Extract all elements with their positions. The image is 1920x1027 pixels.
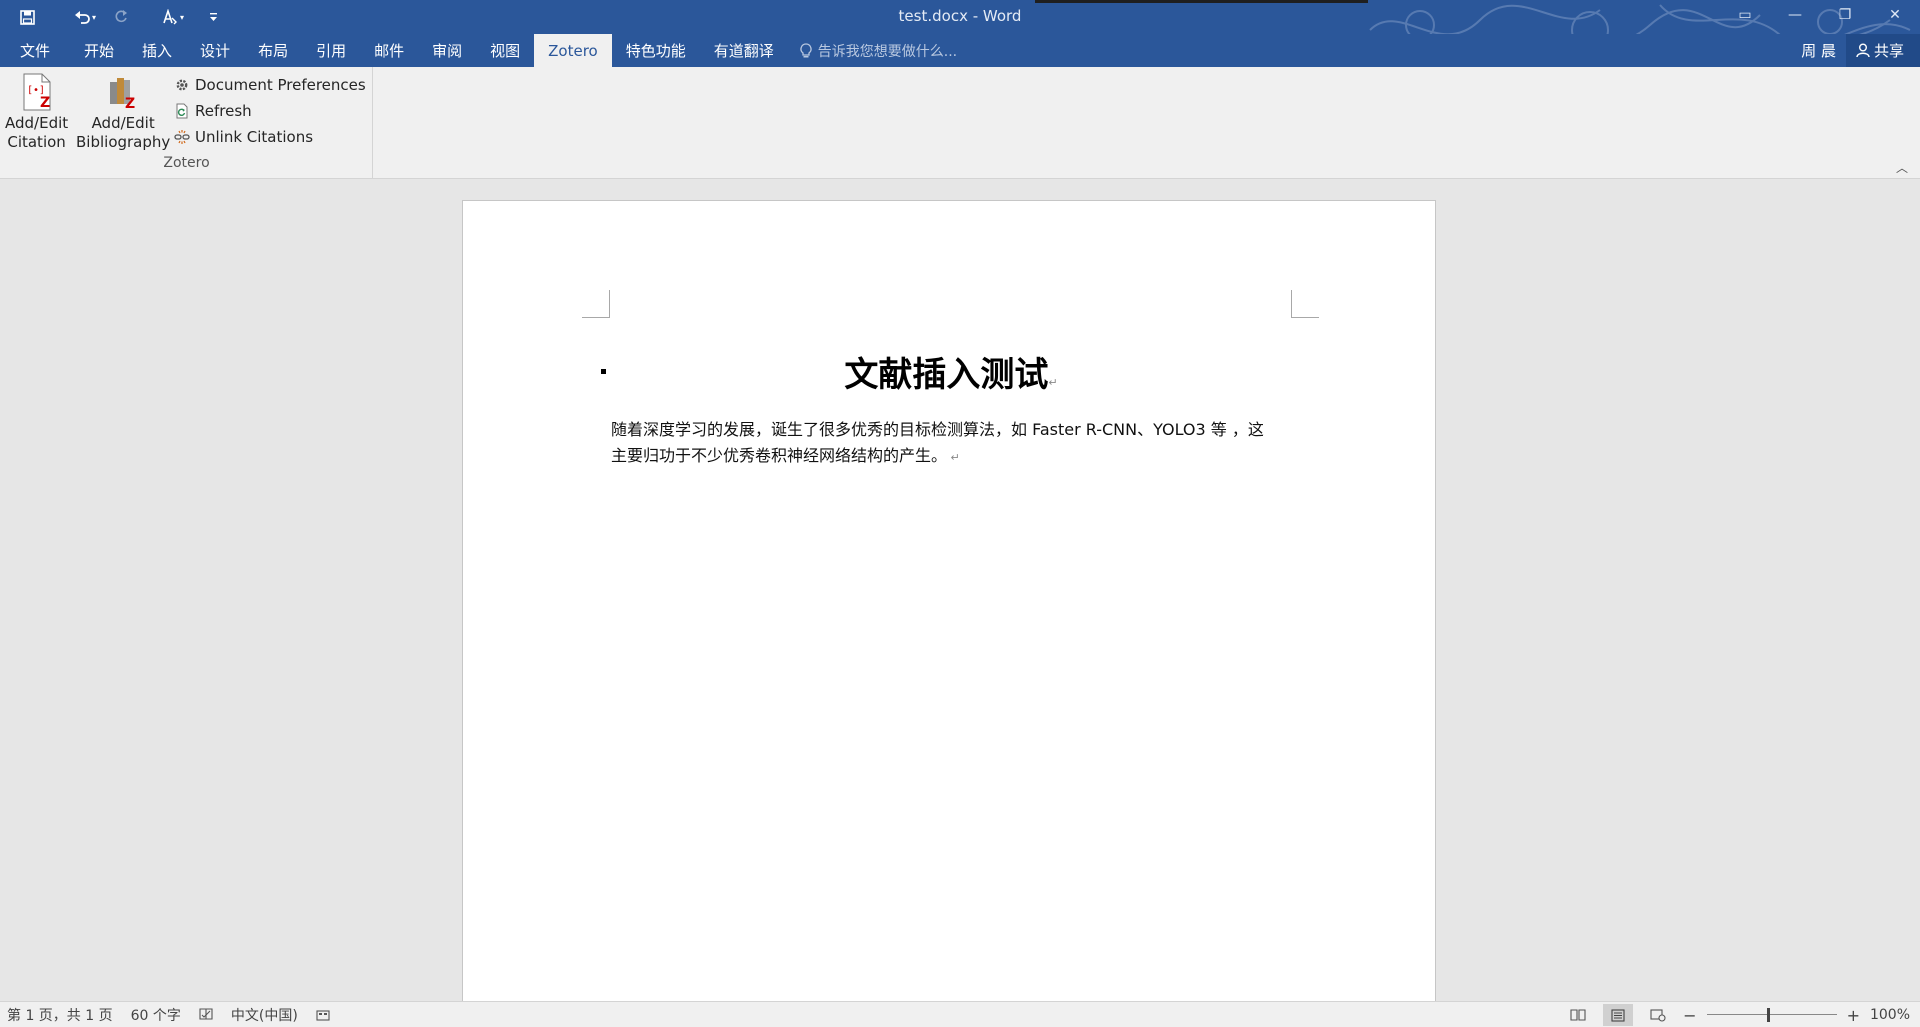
heading-text: 文献插入测试 [844, 355, 1049, 395]
word-count[interactable]: 60 个字 [131, 1005, 181, 1025]
add-edit-citation-label-line1: Add/Edit [5, 114, 69, 132]
ribbon: [•] Z Add/Edit Citation Z Add/Edit Bibli… [0, 67, 1920, 179]
gear-icon [176, 79, 188, 91]
crop-mark-top-left [582, 290, 610, 318]
tab-insert[interactable]: 插入 [128, 34, 186, 67]
tab-youdao-translate[interactable]: 有道翻译 [700, 34, 788, 67]
document-paragraph[interactable]: 随着深度学习的发展，诞生了很多优秀的目标检测算法，如 Faster R-CNN、… [611, 417, 1293, 471]
unlink-citations-button[interactable]: Unlink Citations [174, 124, 366, 150]
tab-references[interactable]: 引用 [302, 34, 360, 67]
zoom-slider-thumb[interactable] [1766, 1008, 1770, 1022]
minimize-icon: — [1788, 7, 1802, 23]
tab-mailings[interactable]: 邮件 [360, 34, 418, 67]
paragraph-end-mark-icon: ↵ [947, 451, 960, 464]
status-right: − + 100% [1563, 1002, 1920, 1027]
read-mode-button[interactable] [1563, 1004, 1593, 1026]
tab-view[interactable]: 视图 [476, 34, 534, 67]
chevron-up-icon: ︿ [1895, 161, 1908, 175]
document-preferences-label: Document Preferences [195, 76, 366, 94]
title-bar: ▾ ▾ test.docx - Word ▭ — ❐ ✕ [0, 0, 1920, 34]
svg-text:Z: Z [125, 96, 135, 111]
zoom-slider-track [1706, 1014, 1837, 1015]
share-label: 共享 [1873, 42, 1904, 60]
paragraph-mark-icon: ↵ [1048, 376, 1058, 389]
refresh-label: Refresh [195, 102, 252, 120]
tab-design[interactable]: 设计 [186, 34, 244, 67]
unlink-citations-label: Unlink Citations [195, 128, 314, 146]
zoom-in-button[interactable]: + [1847, 1006, 1860, 1025]
bibliography-icon: Z [110, 78, 135, 111]
lightbulb-icon [800, 42, 812, 57]
paragraph-format-marker [601, 369, 606, 374]
refresh-icon [176, 103, 188, 119]
minimize-button[interactable]: — [1770, 0, 1820, 30]
language-indicator[interactable]: 中文(中国) [231, 1005, 298, 1025]
page-count[interactable]: 第 1 页，共 1 页 [7, 1005, 113, 1025]
collapse-ribbon-button[interactable]: ︿ [1896, 159, 1908, 176]
ribbon-tabs: 文件 开始 插入 设计 布局 引用 邮件 审阅 视图 Zotero 特色功能 有… [0, 34, 957, 67]
user-name[interactable]: 周 晨 [1801, 40, 1846, 61]
web-layout-icon [1650, 1008, 1666, 1022]
proofing-icon[interactable] [199, 1008, 213, 1021]
tab-layout[interactable]: 布局 [244, 34, 302, 67]
tab-zotero[interactable]: Zotero [534, 34, 612, 67]
share-person-icon [1856, 43, 1870, 58]
add-edit-citation-label-line2: Citation [7, 133, 66, 151]
zotero-group-label: Zotero [163, 155, 210, 171]
ribbon-tabs-row: 文件 开始 插入 设计 布局 引用 邮件 审阅 视图 Zotero 特色功能 有… [0, 34, 1920, 67]
zotero-small-buttons: Document Preferences Refresh Unlink Cita… [174, 72, 366, 150]
close-icon: ✕ [1889, 7, 1901, 23]
ribbon-display-icon: ▭ [1738, 7, 1752, 23]
document-heading[interactable]: 文献插入测试↵ [611, 347, 1291, 396]
ribbon-display-options-button[interactable]: ▭ [1720, 0, 1770, 30]
restore-icon: ❐ [1838, 7, 1852, 23]
status-bar: 第 1 页，共 1 页 60 个字 中文(中国) − + 100% [0, 1001, 1920, 1027]
unlink-icon [174, 130, 190, 144]
macro-recording-icon[interactable] [316, 1009, 330, 1021]
share-button[interactable]: 共享 [1845, 34, 1920, 67]
window-title: test.docx - Word [898, 7, 1022, 25]
tab-review[interactable]: 审阅 [418, 34, 476, 67]
tab-file[interactable]: 文件 [0, 34, 70, 67]
account-area: 周 晨 共享 [1801, 34, 1920, 67]
svg-text:Z: Z [40, 95, 50, 111]
title-bar-strip [1035, 0, 1368, 3]
document-canvas[interactable]: 文献插入测试↵ 随着深度学习的发展，诞生了很多优秀的目标检测算法，如 Faste… [0, 179, 1920, 1001]
add-edit-bibliography-label-line1: Add/Edit [91, 114, 155, 132]
print-layout-button[interactable] [1603, 1004, 1634, 1026]
read-mode-icon [1570, 1009, 1586, 1021]
document-page[interactable]: 文献插入测试↵ 随着深度学习的发展，诞生了很多优秀的目标检测算法，如 Faste… [462, 200, 1436, 1001]
paragraph-line-1: 随着深度学习的发展，诞生了很多优秀的目标检测算法，如 Faster R-CNN、… [611, 420, 1264, 439]
restore-button[interactable]: ❐ [1820, 0, 1870, 30]
status-left: 第 1 页，共 1 页 60 个字 中文(中国) [0, 1005, 330, 1025]
zoom-level[interactable]: 100% [1870, 1007, 1910, 1023]
add-edit-bibliography-label-line2: Bibliography [76, 133, 171, 151]
tab-special-features[interactable]: 特色功能 [612, 34, 700, 67]
close-button[interactable]: ✕ [1870, 0, 1920, 30]
add-edit-citation-button[interactable]: [•] Z Add/Edit Citation [5, 73, 68, 152]
tell-me-label: 告诉我您想要做什么... [817, 43, 958, 60]
zoom-out-button[interactable]: − [1683, 1006, 1696, 1025]
print-layout-icon [1611, 1008, 1625, 1022]
add-edit-bibliography-button[interactable]: Z Add/Edit Bibliography [76, 73, 170, 152]
zotero-group: [•] Z Add/Edit Citation Z Add/Edit Bibli… [0, 67, 373, 179]
zoom-slider[interactable] [1706, 1002, 1837, 1027]
crop-mark-top-right [1291, 290, 1319, 318]
tell-me-box[interactable]: 告诉我您想要做什么... [788, 34, 957, 67]
web-layout-button[interactable] [1643, 1004, 1673, 1026]
window-controls: ▭ — ❐ ✕ [1720, 0, 1920, 30]
tab-home[interactable]: 开始 [70, 34, 128, 67]
citation-icon: [•] Z [23, 73, 51, 111]
refresh-button[interactable]: Refresh [174, 98, 366, 124]
document-preferences-button[interactable]: Document Preferences [174, 72, 366, 98]
paragraph-line-2: 主要归功于不少优秀卷积神经网络结构的产生。 [611, 446, 948, 465]
